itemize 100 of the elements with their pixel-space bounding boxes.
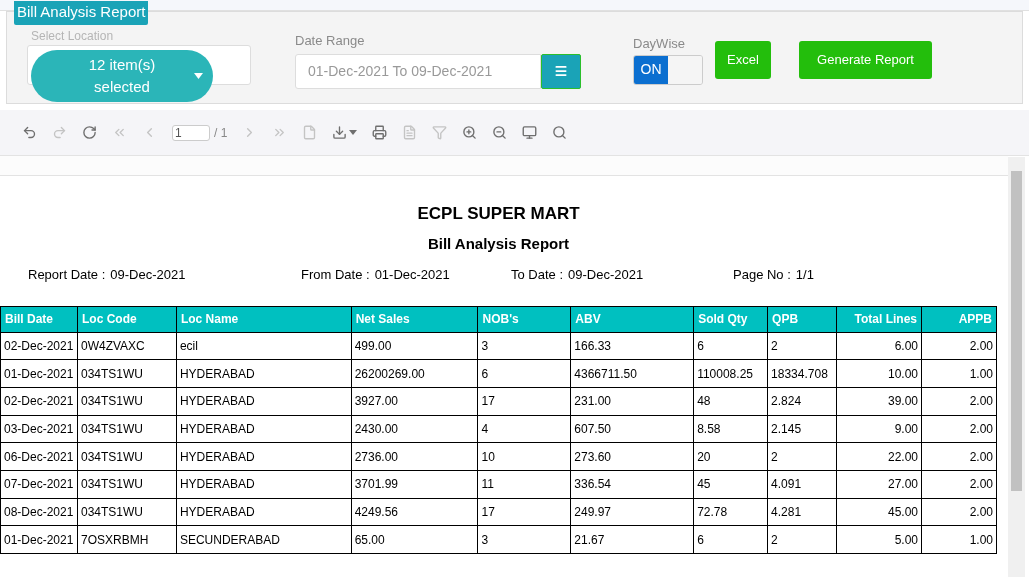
download-icon <box>332 125 348 140</box>
table-cell: 034TS1WU <box>77 415 177 443</box>
table-cell: 2 <box>767 332 837 360</box>
table-cell: 336.54 <box>570 470 694 499</box>
table-cell: SECUNDERABAD <box>176 525 352 554</box>
meta-value: 01-Dec-2021 <box>374 266 450 284</box>
table-cell: 4366711.50 <box>570 359 694 388</box>
monitor-button[interactable] <box>522 125 538 140</box>
table-cell: 6 <box>693 332 768 360</box>
table-cell: 2.00 <box>921 442 997 471</box>
page-total: / 1 <box>214 124 228 142</box>
panel-title: Bill Analysis Report <box>14 1 149 25</box>
table-cell: 2.00 <box>921 498 997 526</box>
table-cell: 499.00 <box>351 332 478 360</box>
column-header: Loc Name <box>176 306 352 332</box>
table-cell: 4.091 <box>767 470 837 499</box>
table-cell: 01-Dec-2021 <box>0 359 78 388</box>
table-cell: 2736.00 <box>351 442 478 471</box>
meta-label: Page No : <box>733 266 791 284</box>
table-cell: 034TS1WU <box>77 498 177 526</box>
printer-icon <box>372 125 388 140</box>
excel-button[interactable]: Excel <box>715 41 771 79</box>
table-cell: 21.67 <box>570 525 694 554</box>
table-cell: 034TS1WU <box>77 470 177 499</box>
table-cell: 48 <box>693 387 768 416</box>
table-cell: 3 <box>478 525 571 554</box>
table-cell: 1.00 <box>921 359 997 388</box>
meta-value: 09-Dec-2021 <box>568 266 644 284</box>
daywise-toggle[interactable]: ON <box>633 54 703 85</box>
meta-label: From Date : <box>301 266 370 284</box>
undo-button[interactable] <box>22 125 37 140</box>
table-cell: 2 <box>767 525 837 554</box>
table-cell: 1.00 <box>921 525 997 554</box>
table-cell: 273.60 <box>570 442 694 471</box>
table-cell: 3 <box>478 332 571 360</box>
table-cell: HYDERABAD <box>176 470 352 499</box>
page-layout-icon <box>402 125 418 140</box>
table-cell: 06-Dec-2021 <box>0 442 78 471</box>
printer-button[interactable] <box>372 125 388 140</box>
search-icon <box>552 125 568 140</box>
column-header: Bill Date <box>0 306 78 332</box>
table-cell: 249.97 <box>570 498 694 526</box>
table-cell: 2.145 <box>767 415 837 443</box>
table-cell: 034TS1WU <box>77 387 177 416</box>
download-button[interactable] <box>332 125 358 140</box>
table-cell: 2430.00 <box>351 415 478 443</box>
column-header: ABV <box>570 306 694 332</box>
field-label: Date Range <box>295 32 366 50</box>
table-cell: 26200269.00 <box>351 359 478 388</box>
table-cell: 45.00 <box>836 498 922 526</box>
column-header: Net Sales <box>351 306 478 332</box>
generate-report-button[interactable]: Generate Report <box>799 41 932 79</box>
table-cell: 39.00 <box>836 387 922 416</box>
field-label: Select Location <box>31 28 114 45</box>
table-cell: 27.00 <box>836 470 922 499</box>
table-cell: 11 <box>478 470 571 499</box>
meta-value: 09-Dec-2021 <box>110 266 186 284</box>
table-cell: 231.00 <box>570 387 694 416</box>
table-cell: 4.281 <box>767 498 837 526</box>
date-range-field[interactable]: 01-Dec-2021 To 09-Dec-2021 <box>295 53 541 89</box>
table-cell: HYDERABAD <box>176 415 352 443</box>
table-cell: 02-Dec-2021 <box>0 387 78 416</box>
table-cell: 3927.00 <box>351 387 478 416</box>
table-cell: 45 <box>693 470 768 499</box>
menu-button[interactable] <box>541 53 581 89</box>
table-cell: 10.00 <box>836 359 922 388</box>
scrollbar[interactable] <box>1008 157 1025 577</box>
refresh-icon <box>82 125 97 140</box>
column-header: APPB <box>921 306 997 332</box>
search-button[interactable] <box>552 125 568 140</box>
table-cell: 034TS1WU <box>77 359 177 388</box>
column-header: Sold Qty <box>693 306 768 332</box>
table-cell: HYDERABAD <box>176 442 352 471</box>
table-cell: 2.00 <box>921 470 997 499</box>
table-cell: 2 <box>767 442 837 471</box>
daywise-label: DayWise <box>633 35 686 53</box>
company-name: ECPL SUPER MART <box>417 203 580 225</box>
table-cell: 607.50 <box>570 415 694 443</box>
table-cell: 0W4ZVAXC <box>77 332 177 360</box>
meta-label: Report Date : <box>28 266 106 284</box>
page-number-field[interactable]: 1 <box>172 124 210 141</box>
zoom-out-icon <box>492 125 508 140</box>
refresh-button[interactable] <box>82 125 97 140</box>
redo-icon <box>52 125 67 140</box>
table-cell: 2.00 <box>921 387 997 416</box>
table-cell: 5.00 <box>836 525 922 554</box>
table-cell: 07-Dec-2021 <box>0 470 78 499</box>
location-dropdown-menu[interactable]: 12 item(s) selected <box>31 50 213 102</box>
caret-icon <box>194 73 203 79</box>
meta-value: 1/1 <box>795 266 814 284</box>
table-cell: 034TS1WU <box>77 442 177 471</box>
meta-label: To Date : <box>511 266 564 284</box>
table-cell: ecil <box>176 332 352 360</box>
table-cell: 2.824 <box>767 387 837 416</box>
zoom-out-button[interactable] <box>492 125 508 140</box>
column-header: QPB <box>767 306 837 332</box>
table-cell: 20 <box>693 442 768 471</box>
zoom-in-button[interactable] <box>462 125 478 140</box>
zoom-in-icon <box>462 125 478 140</box>
table-cell: 6 <box>478 359 571 388</box>
